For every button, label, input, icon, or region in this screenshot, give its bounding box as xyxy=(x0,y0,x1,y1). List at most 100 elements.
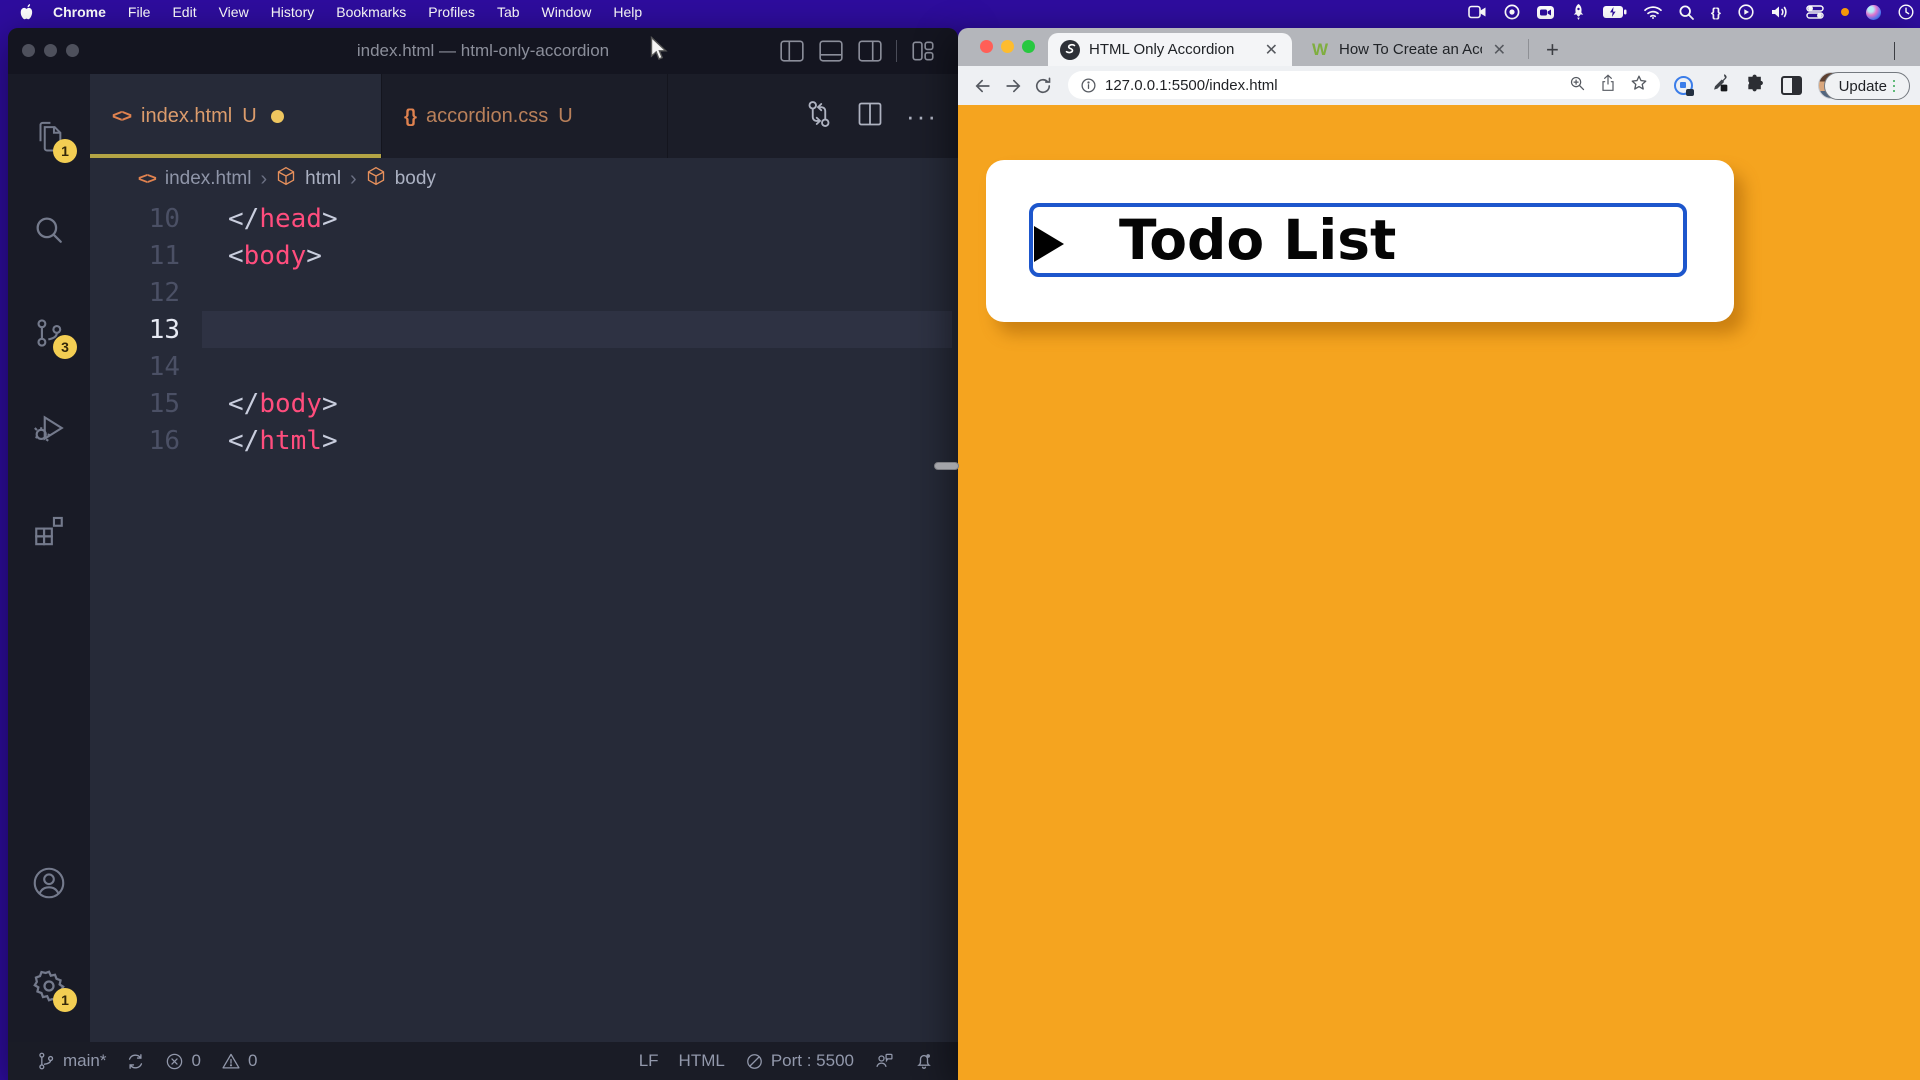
menu-item-bookmarks[interactable]: Bookmarks xyxy=(325,0,417,24)
vscode-title-bar[interactable]: index.html — html-only-accordion xyxy=(8,28,958,74)
accordion-title: Todo List xyxy=(1119,207,1396,273)
close-tab-icon[interactable]: ✕ xyxy=(1491,40,1508,60)
breadcrumb-file[interactable]: index.html xyxy=(165,168,252,190)
vscode-status-bar: main* 0 0 LF HTML xyxy=(8,1042,958,1080)
volume-icon[interactable] xyxy=(1771,0,1789,24)
toggle-primary-sidebar-icon[interactable] xyxy=(779,38,805,64)
toggle-secondary-sidebar-icon[interactable] xyxy=(857,38,883,64)
menu-item-tab[interactable]: Tab xyxy=(486,0,531,24)
code-line[interactable]: 16</html> xyxy=(90,422,958,459)
modified-dot-icon[interactable] xyxy=(271,110,284,123)
errors-item[interactable]: 0 xyxy=(155,1051,210,1071)
toggle-panel-icon[interactable] xyxy=(818,38,844,64)
browser-tab-how-to-create-accordion[interactable]: W How To Create an Accordion ✕ xyxy=(1298,33,1520,66)
menu-item-window[interactable]: Window xyxy=(531,0,603,24)
warnings-item[interactable]: 0 xyxy=(211,1051,267,1071)
breadcrumb-body-node[interactable]: body xyxy=(395,168,436,190)
code-line[interactable]: 12 xyxy=(90,274,958,311)
code-line[interactable]: 14 xyxy=(90,348,958,385)
live-server-port[interactable]: Port : 5500 xyxy=(735,1042,864,1080)
tab-label: index.html xyxy=(141,105,232,128)
site-info-icon[interactable] xyxy=(1080,77,1097,94)
settings-gear-icon[interactable]: 1 xyxy=(25,962,73,1010)
play-menu-icon[interactable] xyxy=(1738,0,1754,24)
zoom-icon[interactable] xyxy=(1569,75,1586,96)
record-icon[interactable] xyxy=(1504,0,1520,24)
forward-icon[interactable] xyxy=(998,71,1028,101)
code-line[interactable]: 15</body> xyxy=(90,385,958,422)
clock-icon[interactable] xyxy=(1898,0,1914,24)
braces-menu-icon[interactable]: {} xyxy=(1711,0,1721,24)
source-control-icon[interactable]: 3 xyxy=(25,309,73,357)
extensions-puzzle-icon[interactable] xyxy=(1745,73,1765,98)
breadcrumb-html-node[interactable]: html xyxy=(305,168,341,190)
run-debug-icon[interactable] xyxy=(25,404,73,452)
split-editor-icon[interactable] xyxy=(856,100,884,133)
new-tab-button[interactable]: + xyxy=(1546,33,1559,66)
battery-icon[interactable] xyxy=(1603,0,1627,24)
tab-accordion-css[interactable]: {} accordion.css U xyxy=(382,74,668,158)
feedback-icon[interactable] xyxy=(864,1042,904,1080)
line-number: 14 xyxy=(90,352,180,382)
menu-item-help[interactable]: Help xyxy=(602,0,653,24)
url-text[interactable]: 127.0.0.1:5500/index.html xyxy=(1105,77,1569,94)
menu-item-edit[interactable]: Edit xyxy=(161,0,207,24)
control-center-icon[interactable] xyxy=(1806,0,1824,24)
git-branch-item[interactable]: main* xyxy=(26,1051,116,1071)
tab-title: HTML Only Accordion xyxy=(1089,41,1234,58)
search-icon[interactable] xyxy=(25,206,73,254)
vscode-activity-bar: 1 3 xyxy=(8,74,90,1042)
accordion-summary[interactable]: Todo List xyxy=(1029,203,1687,277)
more-actions-icon[interactable]: ··· xyxy=(906,111,938,121)
camera-icon[interactable] xyxy=(1537,0,1554,24)
window-resize-handle[interactable] xyxy=(934,462,959,470)
language-mode[interactable]: HTML xyxy=(669,1042,735,1080)
tab-divider xyxy=(1528,39,1529,59)
details-marker-icon[interactable] xyxy=(1034,226,1064,262)
share-icon[interactable] xyxy=(1600,74,1616,96)
eol-indicator[interactable]: LF xyxy=(629,1042,669,1080)
menu-item-chrome[interactable]: Chrome xyxy=(42,0,117,24)
address-bar[interactable]: 127.0.0.1:5500/index.html xyxy=(1068,71,1660,99)
extensions-icon[interactable] xyxy=(25,506,73,554)
open-changes-icon[interactable] xyxy=(804,99,834,134)
symbol-cube-icon xyxy=(366,166,386,192)
close-tab-icon[interactable]: ✕ xyxy=(1263,40,1280,60)
privacy-extension-icon[interactable] xyxy=(1674,76,1693,95)
tab-search-chevron-icon[interactable] xyxy=(1894,42,1904,52)
menu-item-file[interactable]: File xyxy=(117,0,162,24)
menu-item-profiles[interactable]: Profiles xyxy=(417,0,486,24)
side-panel-icon[interactable] xyxy=(1781,76,1802,95)
titlebar-separator xyxy=(896,40,897,62)
macos-menu-bar: Chrome File Edit View History Bookmarks … xyxy=(0,0,1920,24)
sync-changes-item[interactable] xyxy=(116,1052,155,1071)
chrome-traffic-lights[interactable] xyxy=(980,40,1035,53)
spotlight-search-icon[interactable] xyxy=(1679,0,1694,24)
update-chrome-button[interactable]: Update xyxy=(1824,72,1910,100)
reload-icon[interactable] xyxy=(1028,71,1058,101)
back-icon[interactable] xyxy=(968,71,998,101)
code-line[interactable]: 11<body> xyxy=(90,237,958,274)
explorer-icon[interactable]: 1 xyxy=(25,113,73,161)
code-line[interactable]: 13 xyxy=(90,311,958,348)
customize-layout-icon[interactable] xyxy=(910,38,936,64)
menu-item-view[interactable]: View xyxy=(208,0,260,24)
bookmark-star-icon[interactable] xyxy=(1630,74,1648,96)
apple-menu-icon[interactable] xyxy=(12,4,42,21)
tab-index-html[interactable]: <> index.html U xyxy=(90,74,382,158)
rocket-icon[interactable] xyxy=(1571,0,1586,24)
notifications-bell-icon[interactable] xyxy=(904,1042,944,1080)
wifi-icon[interactable] xyxy=(1644,0,1662,24)
close-window-button[interactable] xyxy=(980,40,993,53)
minimize-window-button[interactable] xyxy=(1001,40,1014,53)
code-line[interactable]: 10</head> xyxy=(90,200,958,237)
browser-tab-html-only-accordion[interactable]: HTML Only Accordion ✕ xyxy=(1048,33,1292,66)
zoom-window-button[interactable] xyxy=(1022,40,1035,53)
siri-icon[interactable] xyxy=(1866,5,1881,20)
chrome-window: HTML Only Accordion ✕ W How To Create an… xyxy=(958,28,1920,1080)
menu-item-history[interactable]: History xyxy=(260,0,326,24)
account-icon[interactable] xyxy=(25,859,73,907)
line-text: </head> xyxy=(180,204,338,234)
screen-share-icon[interactable] xyxy=(1468,0,1487,24)
colorpicker-extension-icon[interactable] xyxy=(1709,73,1729,98)
